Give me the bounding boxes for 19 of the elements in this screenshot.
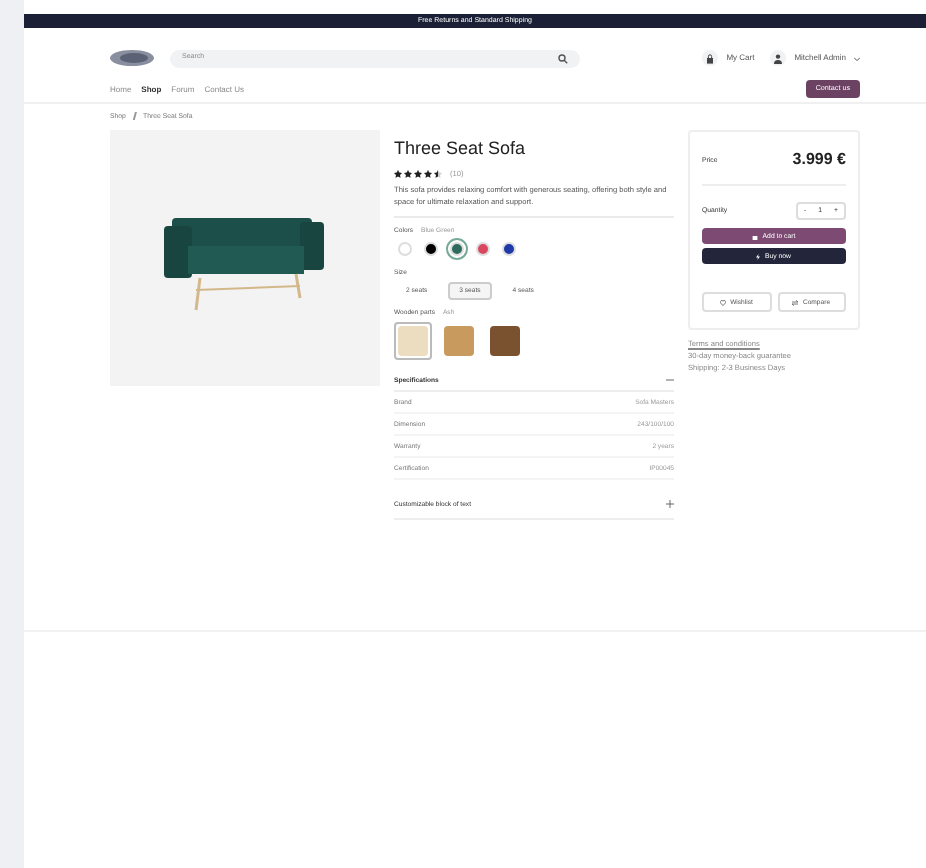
color-swatch[interactable]: [423, 242, 437, 257]
wood-swatch[interactable]: [486, 322, 524, 361]
price: 3.999 €: [792, 148, 846, 173]
logo-icon: [110, 50, 154, 66]
color-swatch[interactable]: [475, 242, 489, 257]
lock-icon: [706, 53, 715, 63]
swap-icon: [792, 299, 799, 306]
wood-swatch[interactable]: [394, 322, 432, 361]
caret-icon: [854, 55, 860, 61]
color-swatch[interactable]: [501, 242, 515, 257]
color-swatch[interactable]: [397, 242, 411, 257]
user-icon: [774, 53, 783, 63]
color-swatch[interactable]: [449, 242, 463, 257]
cart-icon: [752, 233, 759, 240]
heart-icon: [720, 299, 727, 306]
product-title: Three Seat Sofa: [394, 136, 528, 163]
wood-swatch[interactable]: [440, 322, 478, 361]
bolt-icon: [756, 253, 761, 260]
search-icon: [558, 53, 568, 63]
